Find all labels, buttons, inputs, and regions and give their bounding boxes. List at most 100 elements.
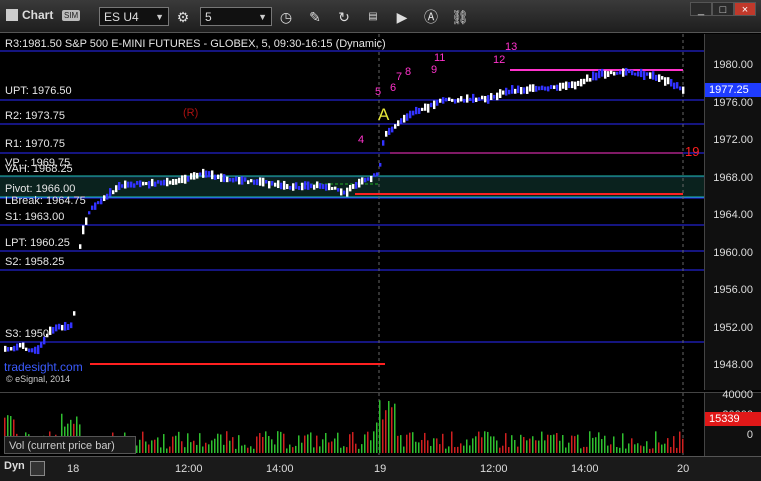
price-bar xyxy=(73,311,76,316)
count-4: 4 xyxy=(358,134,365,146)
get-icon[interactable]: ▤ xyxy=(363,7,383,27)
price-bar xyxy=(382,140,385,146)
volume-bar xyxy=(187,433,189,453)
price-tick: 1980.00 xyxy=(713,59,753,71)
volume-bar xyxy=(643,446,645,453)
play-icon[interactable]: ▶ xyxy=(392,7,412,27)
time-axis[interactable]: Dyn 18 12:00 14:00 19 12:00 14:00 20 xyxy=(0,456,761,481)
volume-bar xyxy=(469,445,471,453)
volume-bar xyxy=(556,433,558,453)
price-bar xyxy=(415,106,418,115)
price-bar xyxy=(118,182,121,191)
clock-icon[interactable]: ◷ xyxy=(276,7,296,27)
count-19: 19 xyxy=(685,144,700,159)
volume-bar xyxy=(613,436,615,453)
price-bar xyxy=(217,174,220,180)
volume-bar xyxy=(601,439,603,453)
zoom-icon[interactable] xyxy=(30,461,45,476)
level-label-r1: R1: 1970.75 xyxy=(5,138,65,150)
volume-bar xyxy=(322,439,324,453)
price-bar xyxy=(355,182,358,189)
chart-icon xyxy=(6,9,18,21)
volume-bar xyxy=(142,431,144,453)
price-axis[interactable]: 1980.00 1976.00 1972.00 1968.00 1964.00 … xyxy=(704,34,761,390)
time-tick: 12:00 xyxy=(175,463,203,475)
price-bar xyxy=(97,201,100,205)
price-bar xyxy=(307,181,310,190)
price-bar xyxy=(289,185,292,190)
price-bar xyxy=(436,100,439,106)
gear-icon[interactable]: ⚙ xyxy=(173,7,193,27)
close-button[interactable]: × xyxy=(734,2,756,16)
price-bar xyxy=(592,71,595,81)
price-bar xyxy=(451,98,454,102)
volume-bar xyxy=(424,432,426,453)
volume-bar xyxy=(259,433,261,453)
volume-bar xyxy=(334,438,336,453)
alert-icon[interactable]: Ⓐ xyxy=(421,7,441,27)
price-bar xyxy=(475,97,478,103)
price-bar xyxy=(577,80,580,86)
volume-bar xyxy=(484,431,486,453)
price-bar xyxy=(643,71,646,80)
watermark-text: tradesight.com xyxy=(4,360,83,374)
volume-bar xyxy=(331,441,333,453)
price-bar xyxy=(82,225,85,235)
price-bar xyxy=(7,347,10,352)
level-label-lbreak: LBreak: 1964.75 xyxy=(5,195,86,207)
volume-bar xyxy=(190,442,192,453)
price-bar xyxy=(136,180,139,185)
price-bar xyxy=(157,180,160,184)
price-bar xyxy=(241,176,244,185)
volume-bar xyxy=(307,434,309,453)
volume-bar xyxy=(490,436,492,453)
volume-bar xyxy=(592,437,594,453)
maximize-button[interactable]: □ xyxy=(712,2,734,16)
price-bar xyxy=(538,86,541,91)
window-title: Chart xyxy=(6,8,53,22)
symbol-input[interactable]: ES U4 ▼ xyxy=(99,7,169,26)
volume-bar xyxy=(607,445,609,453)
pencil-icon[interactable]: ✎ xyxy=(305,7,325,27)
price-bar xyxy=(64,321,67,331)
price-bar xyxy=(298,186,301,190)
volume-bar xyxy=(280,431,282,453)
refresh-icon[interactable]: ↻ xyxy=(334,7,354,27)
price-bar xyxy=(412,110,415,116)
price-bar xyxy=(361,177,364,185)
volume-bar xyxy=(277,431,279,453)
volume-title[interactable]: Vol (current price bar) xyxy=(4,436,136,454)
price-chart[interactable]: R3:1981.50 S&P 500 E-MINI FUTURES - GLOB… xyxy=(0,34,704,390)
price-bar xyxy=(250,179,253,183)
price-bar xyxy=(457,98,460,103)
price-bar xyxy=(100,198,103,205)
price-bar xyxy=(580,78,583,87)
volume-bar xyxy=(265,431,267,453)
volume-bar xyxy=(238,435,240,453)
price-bar xyxy=(388,127,391,135)
price-bar xyxy=(301,182,304,191)
volume-bar xyxy=(181,441,183,453)
price-bar xyxy=(10,347,13,351)
volume-bar xyxy=(157,437,159,453)
price-bar xyxy=(325,184,328,191)
interval-select[interactable]: 5 ▼ xyxy=(200,7,272,26)
price-bar xyxy=(532,84,535,92)
price-tick: 1948.00 xyxy=(713,359,753,371)
volume-bar xyxy=(466,439,468,453)
price-bar xyxy=(124,180,127,189)
price-bar xyxy=(631,69,634,76)
minimize-button[interactable]: _ xyxy=(690,2,712,16)
price-bars xyxy=(4,67,685,355)
price-bar xyxy=(346,187,349,197)
price-bar xyxy=(16,343,19,351)
volume-bar xyxy=(364,434,366,453)
volume-bar xyxy=(427,440,429,453)
volume-bar xyxy=(670,446,672,453)
price-bar xyxy=(181,175,184,184)
price-bar xyxy=(490,93,493,101)
price-bar xyxy=(571,81,574,89)
price-bar xyxy=(640,68,643,78)
volume-bar xyxy=(571,435,573,453)
link-icon[interactable]: ⛓ xyxy=(450,7,470,27)
